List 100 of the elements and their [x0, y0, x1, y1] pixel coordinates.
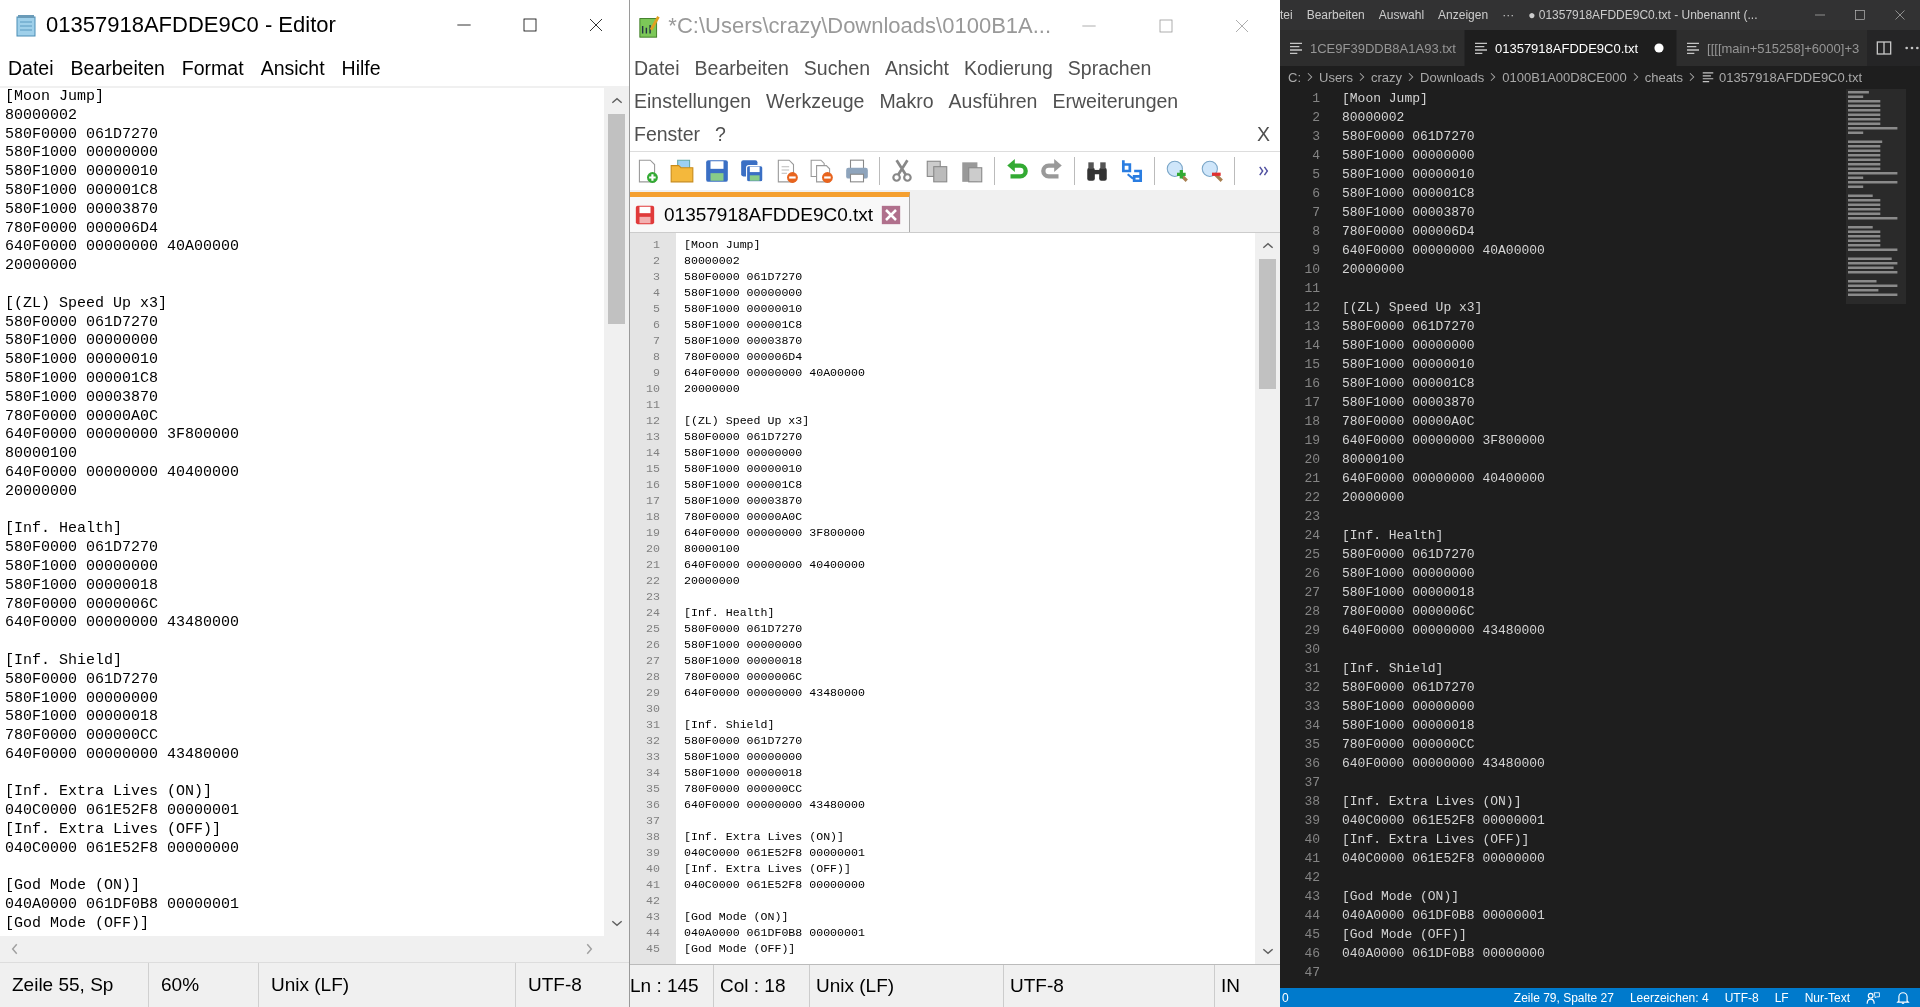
split-editor-icon[interactable] [1876, 40, 1893, 56]
menu-item[interactable]: Makro [879, 90, 934, 113]
breadcrumb[interactable]: 0100B1A00D8CE000 [1502, 69, 1627, 85]
status-item[interactable]: Nur-Text [1804, 990, 1850, 1005]
code-line: 80000002 [684, 253, 740, 269]
breadcrumb[interactable]: cheats [1644, 69, 1683, 85]
menu-item[interactable]: Format [181, 56, 244, 80]
breadcrumb[interactable]: Users [1319, 69, 1353, 85]
breadcrumb[interactable]: Downloads [1420, 69, 1485, 85]
line-number: 13 [645, 429, 660, 445]
breadcrumb[interactable]: C: [1288, 69, 1301, 85]
code-line: 580F1000 00000000 [1342, 147, 1475, 165]
line-number: 33 [1303, 698, 1320, 716]
close-all-icon[interactable] [809, 158, 835, 184]
file-lines-icon [1288, 40, 1304, 56]
status-text: IN [1220, 974, 1241, 998]
text-line: [Inf. Shield] [5, 651, 123, 671]
menu-item[interactable]: Bearbeiten [694, 57, 789, 80]
bell-icon[interactable] [1896, 990, 1910, 1005]
code-line: 20000000 [684, 381, 740, 397]
text-line: 580F0000 061D7270 [5, 670, 159, 690]
text-line: 580F0000 061D7270 [5, 313, 159, 333]
line-number: 35 [1303, 736, 1320, 754]
zoom-in-icon[interactable] [1164, 158, 1190, 184]
menu-item[interactable]: Bearbeiten [70, 56, 165, 80]
code-line: 640F0000 00000000 3F800000 [1342, 432, 1545, 450]
menu-item[interactable]: Bearbeiten [1306, 8, 1365, 22]
menu-item[interactable]: Ansicht [885, 57, 949, 80]
menu-item[interactable]: Werkzeuge [766, 90, 865, 113]
editor-tab[interactable]: 1CE9F39DDB8A1A93.txt [1280, 30, 1465, 66]
close-document-button[interactable]: X [1257, 123, 1270, 146]
status-item[interactable]: Zeile 79, Spalte 27 [1513, 990, 1614, 1005]
close-tab-icon[interactable] [881, 204, 902, 225]
text-line: 580F1000 00000000 [5, 144, 159, 164]
scroll-thumb[interactable] [1259, 259, 1276, 389]
menu-item[interactable]: Anzeigen [1438, 8, 1489, 22]
document-tab[interactable]: 01357918AFDDE9C0.txt [630, 192, 911, 232]
menu-item[interactable]: ? [715, 123, 726, 146]
line-number: 18 [645, 509, 660, 525]
text-line: 580F0000 061D7270 [5, 539, 159, 558]
menu-item[interactable]: Hilfe [341, 56, 381, 80]
text-line: 80000002 [5, 106, 77, 126]
status-item[interactable]: UTF-8 [1724, 990, 1759, 1005]
line-number: 31 [1303, 660, 1320, 678]
menu-item[interactable]: Ansicht [260, 56, 325, 80]
chevron-right-icon [1406, 72, 1416, 82]
status-item[interactable]: Leerzeichen: 4 [1629, 990, 1709, 1005]
text-line: 580F1000 000001C8 [5, 182, 159, 201]
breadcrumb[interactable]: crazy [1370, 69, 1402, 85]
copy-icon[interactable] [924, 158, 950, 184]
menu-item[interactable]: Auswahl [1378, 8, 1425, 22]
replace-icon[interactable] [1119, 158, 1145, 184]
line-number: 5 [652, 301, 660, 317]
menu-item[interactable]: Einstellungen [634, 90, 752, 113]
line-number: 3 [1311, 128, 1320, 146]
close-icon[interactable] [588, 17, 604, 33]
cut-icon[interactable] [889, 158, 915, 184]
menu-item[interactable]: Datei [634, 57, 680, 80]
editor-tab[interactable]: [[[[main+515258]+6000]+3 [1677, 30, 1869, 66]
text-line: [(ZL) Speed Up x3] [5, 294, 168, 314]
menu-item[interactable]: Ausführen [948, 90, 1038, 113]
scrollbar[interactable] [604, 88, 629, 936]
text-line: 780F0000 0000006C [5, 595, 159, 615]
breadcrumb[interactable]: 01357918AFDDE9C0.txt [1719, 69, 1863, 85]
menu-item[interactable]: Fenster [634, 123, 701, 146]
menu-item[interactable]: Erweiterungen [1052, 90, 1179, 113]
code-line: 580F0000 061D7270 [1342, 679, 1475, 697]
scrollbar[interactable] [1255, 233, 1280, 964]
code-line: 580F1000 00000000 [1342, 698, 1475, 716]
open-folder-icon[interactable] [669, 158, 695, 184]
save-icon[interactable] [704, 158, 730, 184]
menu-item[interactable]: ··· [1502, 8, 1515, 22]
line-number: 17 [1303, 394, 1320, 412]
menu-item[interactable]: Suchen [803, 57, 870, 80]
menu-item[interactable]: Datei [8, 56, 54, 80]
code-line: 580F0000 061D7270 [1342, 318, 1475, 336]
feedback-icon[interactable] [1866, 990, 1880, 1005]
maximize-icon[interactable] [522, 17, 538, 33]
status-text: Zeile 55, Sp [11, 973, 115, 997]
menu-item[interactable]: tei [1280, 8, 1293, 22]
save-all-icon[interactable] [739, 158, 765, 184]
file-lines-icon [1685, 40, 1702, 56]
menu-item[interactable]: Kodierung [963, 57, 1053, 80]
text-line: 20000000 [5, 257, 77, 276]
line-number: 43 [645, 909, 660, 925]
print-icon[interactable] [844, 158, 870, 184]
text-line: [Inf. Health] [5, 520, 123, 540]
scroll-thumb[interactable] [608, 114, 625, 324]
code-line: 580F1000 00000018 [1342, 584, 1475, 602]
code-line: 640F0000 00000000 40A00000 [684, 365, 865, 381]
line-number: 39 [1303, 812, 1320, 830]
line-number: 43 [1303, 888, 1320, 906]
menu-item[interactable]: Sprachen [1067, 57, 1152, 80]
editor-tab[interactable]: 01357918AFDDE9C0.txt [1464, 30, 1678, 66]
line-number: 21 [645, 557, 660, 573]
zoom-out-icon[interactable] [1199, 158, 1225, 184]
code-line: 040C0000 061E52F8 00000001 [684, 845, 865, 861]
tab-label: 1CE9F39DDB8A1A93.txt [1310, 40, 1456, 56]
code-line: [Inf. Extra Lives (OFF)] [684, 861, 851, 877]
status-item[interactable]: LF [1774, 990, 1789, 1005]
